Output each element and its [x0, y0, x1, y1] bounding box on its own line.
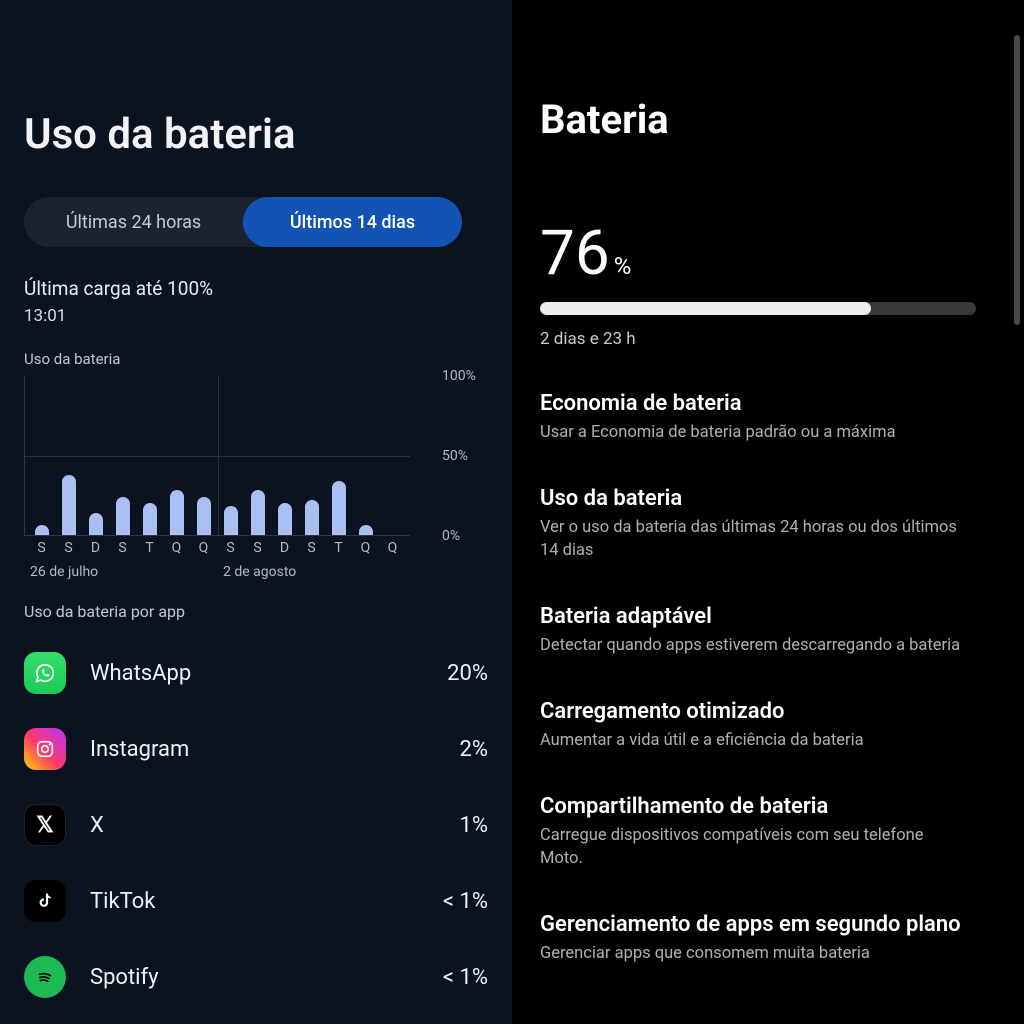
page-title: Bateria: [540, 96, 996, 143]
day-label: S: [244, 540, 271, 556]
menu-sub: Detectar quando apps estiverem descarreg…: [540, 635, 970, 657]
last-charge-label: Última carga até 100%: [24, 277, 488, 300]
whatsapp-icon: [24, 652, 66, 694]
app-pct: 20%: [447, 661, 488, 686]
tiktok-icon: [24, 880, 66, 922]
day-label: T: [136, 540, 163, 556]
menu-background-apps[interactable]: Gerenciamento de apps em segundo plano G…: [540, 912, 996, 965]
battery-settings-panel: Bateria 76 % 2 dias e 23 h Economia de b…: [512, 0, 1024, 1024]
battery-pct-value: 76: [540, 217, 610, 290]
axis-0: 0%: [442, 528, 460, 544]
menu-title: Gerenciamento de apps em segundo plano: [540, 912, 996, 937]
page-title: Uso da bateria: [24, 110, 488, 159]
app-pct: < 1%: [443, 889, 488, 914]
apps-section-label: Uso da bateria por app: [24, 602, 488, 621]
chart-bar: [271, 376, 298, 535]
day-label: Q: [379, 540, 406, 556]
battery-progress-bar: [540, 302, 976, 315]
day-label: Q: [190, 540, 217, 556]
chart-bar: [137, 376, 164, 535]
app-row-tiktok[interactable]: TikTok < 1%: [24, 863, 488, 939]
app-row-spotify[interactable]: Spotify < 1%: [24, 939, 488, 1015]
app-row-instagram[interactable]: Instagram 2%: [24, 711, 488, 787]
app-name: Spotify: [90, 965, 443, 990]
chart-y-axis: 100% 50% 0%: [442, 376, 488, 536]
menu-title: Carregamento otimizado: [540, 699, 996, 724]
day-label: D: [271, 540, 298, 556]
day-label: S: [28, 540, 55, 556]
chart-bar: [244, 376, 271, 535]
chart-bar: [325, 376, 352, 535]
last-charge-time: 13:01: [24, 306, 488, 326]
chart-bar: [29, 376, 56, 535]
menu-title: Compartilhamento de bateria: [540, 794, 996, 819]
battery-progress-fill: [540, 302, 871, 315]
chart-bar: [217, 376, 244, 535]
spotify-icon: [24, 956, 66, 998]
menu-title: Economia de bateria: [540, 391, 996, 416]
menu-sub: Ver o uso da bateria das últimas 24 hora…: [540, 517, 970, 562]
menu-title: Uso da bateria: [540, 486, 996, 511]
menu-sub: Usar a Economia de bateria padrão ou a m…: [540, 422, 970, 444]
menu-title: Bateria adaptável: [540, 604, 996, 629]
tab-14d[interactable]: Últimos 14 dias: [243, 197, 462, 247]
scrollbar[interactable]: [1014, 35, 1020, 325]
chart-date-labels: 26 de julho 2 de agosto: [24, 564, 410, 580]
x-icon: 𝕏: [24, 804, 66, 846]
day-label: S: [217, 540, 244, 556]
menu-battery-share[interactable]: Compartilhamento de bateria Carregue dis…: [540, 794, 996, 870]
percent-sign: %: [614, 252, 632, 280]
chart-bar: [191, 376, 218, 535]
day-label: Q: [352, 540, 379, 556]
menu-battery-usage[interactable]: Uso da bateria Ver o uso da bateria das …: [540, 486, 996, 562]
chart-plot: [24, 376, 410, 536]
usage-chart: 100% 50% 0% SSDSTQQSSDSTQQ 26 de julho 2…: [24, 376, 488, 576]
menu-sub: Aumentar a vida útil e a eficiência da b…: [540, 730, 970, 752]
app-name: X: [90, 813, 460, 838]
app-name: TikTok: [90, 889, 443, 914]
app-row-whatsapp[interactable]: WhatsApp 20%: [24, 635, 488, 711]
menu-adaptive-battery[interactable]: Bateria adaptável Detectar quando apps e…: [540, 604, 996, 657]
time-range-tabs: Últimas 24 horas Últimos 14 dias: [24, 197, 462, 247]
date-start: 26 de julho: [24, 564, 217, 580]
instagram-icon: [24, 728, 66, 770]
chart-bar: [352, 376, 379, 535]
day-label: S: [109, 540, 136, 556]
day-label: T: [325, 540, 352, 556]
battery-percentage: 76 %: [540, 217, 996, 290]
app-name: Instagram: [90, 737, 460, 762]
app-pct: < 1%: [443, 965, 488, 990]
day-label: S: [298, 540, 325, 556]
menu-sub: Carregue dispositivos compatíveis com se…: [540, 825, 970, 870]
app-row-x[interactable]: 𝕏 X 1%: [24, 787, 488, 863]
app-pct: 1%: [460, 813, 488, 838]
time-remaining: 2 dias e 23 h: [540, 329, 996, 349]
axis-100: 100%: [442, 368, 476, 384]
menu-battery-saver[interactable]: Economia de bateria Usar a Economia de b…: [540, 391, 996, 444]
chart-bar: [110, 376, 137, 535]
menu-sub: Gerenciar apps que consomem muita bateri…: [540, 943, 970, 965]
chart-bar: [56, 376, 83, 535]
menu-optimized-charging[interactable]: Carregamento otimizado Aumentar a vida ú…: [540, 699, 996, 752]
tab-24h[interactable]: Últimas 24 horas: [24, 197, 243, 247]
chart-bar: [83, 376, 110, 535]
app-pct: 2%: [460, 737, 488, 762]
app-name: WhatsApp: [90, 661, 447, 686]
axis-50: 50%: [442, 448, 468, 464]
chart-bar: [164, 376, 191, 535]
chart-bar: [298, 376, 325, 535]
day-label: Q: [163, 540, 190, 556]
day-label: D: [82, 540, 109, 556]
date-end: 2 de agosto: [217, 564, 410, 580]
day-label: S: [55, 540, 82, 556]
chart-label: Uso da bateria: [24, 350, 488, 368]
chart-x-labels: SSDSTQQSSDSTQQ: [24, 540, 410, 556]
chart-bar: [379, 376, 406, 535]
battery-usage-panel: Uso da bateria Últimas 24 horas Últimos …: [0, 0, 512, 1024]
